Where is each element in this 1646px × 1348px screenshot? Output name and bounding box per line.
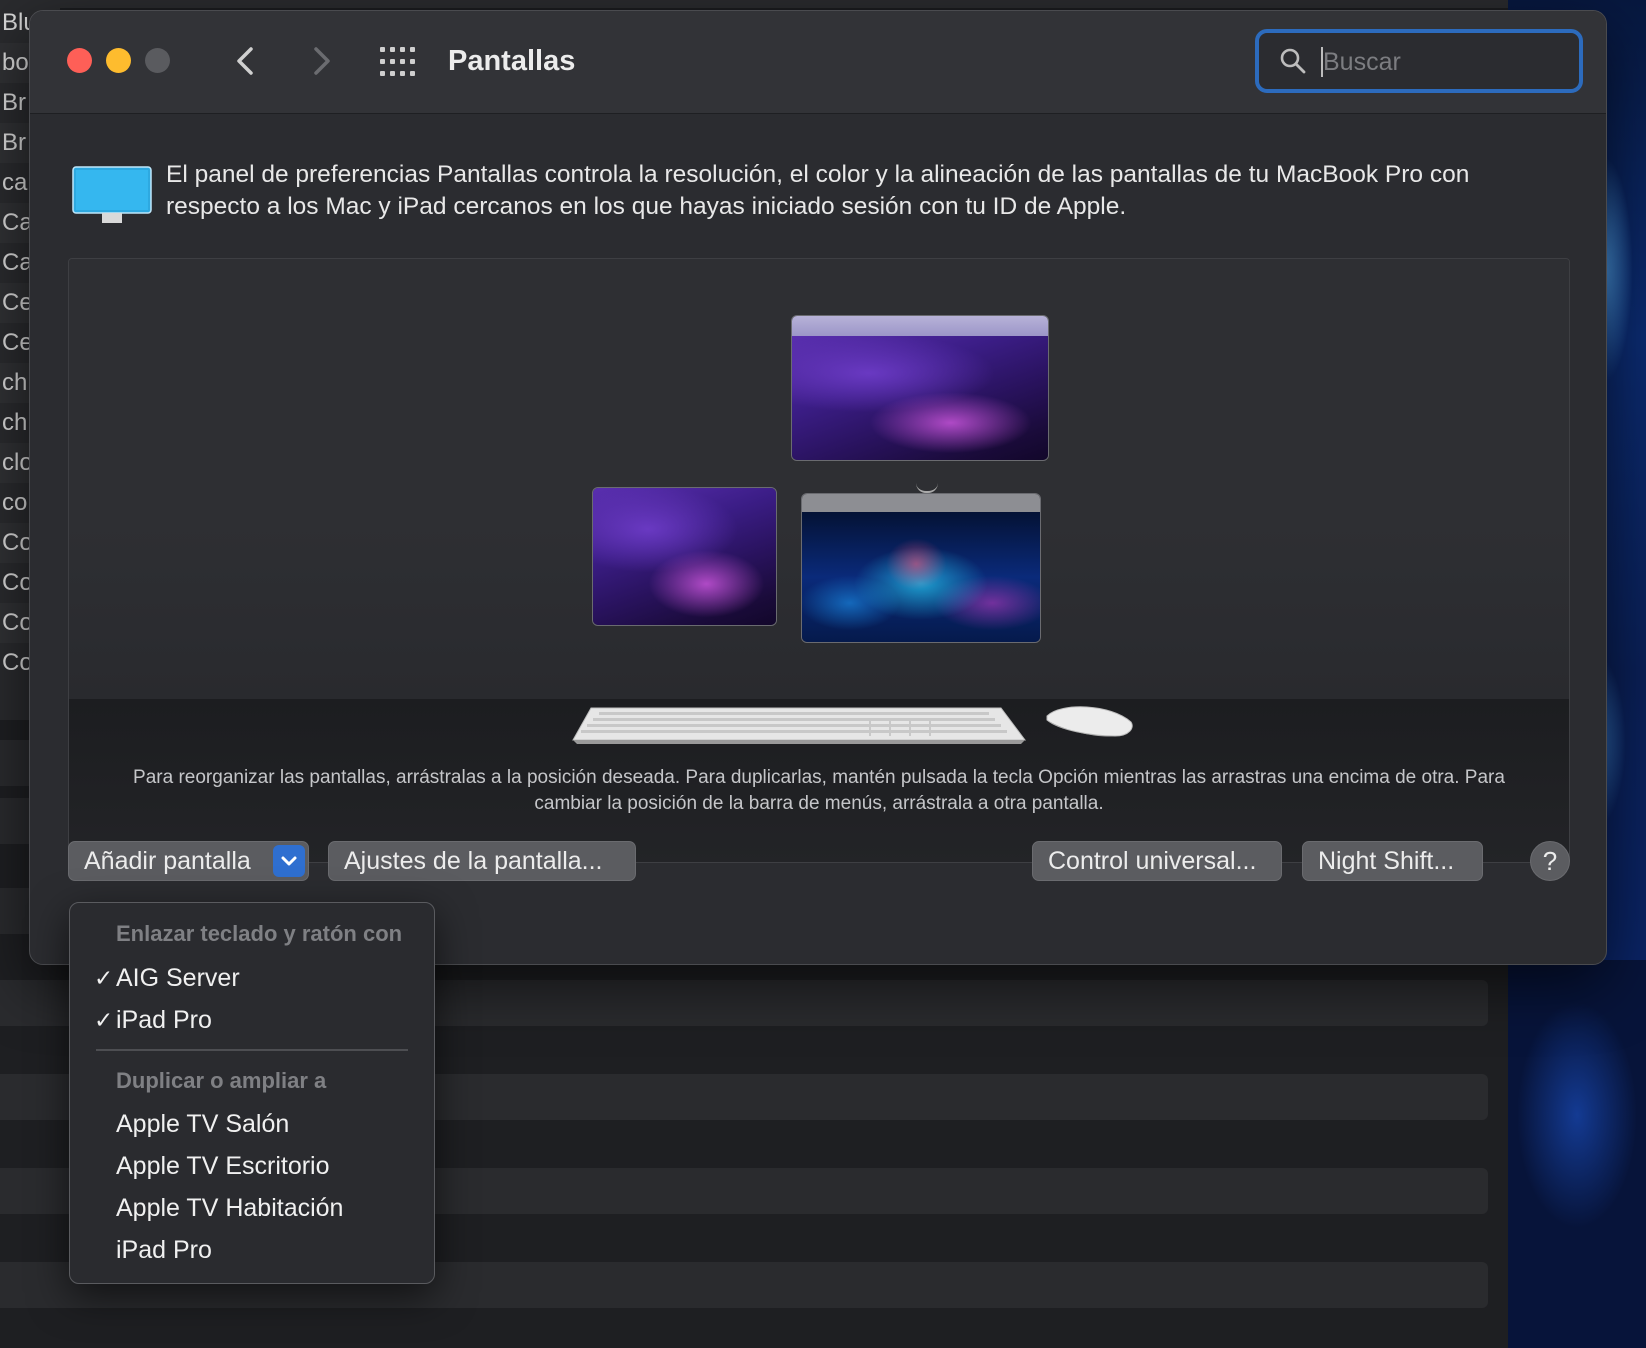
mouse-icon [1046,706,1133,737]
keyboard-icon [572,707,1026,744]
menu-item-apple-tv-salon[interactable]: Apple TV Salón [78,1104,426,1144]
menu-section-header-link: Enlazar teclado y ratón con [116,921,403,946]
chevron-right-icon [314,47,330,75]
display-thumbnail-ipad[interactable] [801,493,1041,643]
menu-item-apple-tv-habitacion[interactable]: Apple TV Habitación [78,1188,426,1228]
close-button[interactable] [67,48,92,73]
menu-item-aig-server[interactable]: ✓ AIG Server [78,958,426,998]
search-field[interactable] [1255,29,1583,93]
add-display-menu: Enlazar teclado y ratón con ✓ AIG Server… [69,902,435,1284]
panel-description: El panel de preferencias Pantallas contr… [166,161,1470,220]
menu-item-label: Apple TV Escritorio [116,1152,330,1180]
background-top-strip [0,0,1508,8]
menu-item-apple-tv-escritorio[interactable]: Apple TV Escritorio [78,1146,426,1186]
arrangement-hint: Para reorganizar las pantallas, arrástra… [133,767,1505,814]
grid-icon [380,47,415,76]
menu-item-label: iPad Pro [116,1236,212,1264]
menu-item-label: iPad Pro [116,1006,212,1034]
checkmark-icon: ✓ [94,965,114,991]
show-all-button[interactable] [380,47,416,77]
menu-bar-indicator[interactable] [802,494,1040,512]
menu-item-label: Apple TV Salón [116,1110,290,1138]
menu-item-label: AIG Server [116,964,240,992]
display-thumbnail-main[interactable] [791,315,1049,461]
menu-section-header-mirror: Duplicar o ampliar a [116,1068,327,1093]
window-title: Pantallas [448,45,576,77]
zoom-button [145,48,170,73]
wallpaper-preview [792,336,1048,460]
minimize-button[interactable] [106,48,131,73]
desktop-wallpaper-lower [1508,960,1646,1348]
chevron-left-icon [237,47,253,75]
chevron-down-icon [281,856,297,866]
checkmark-icon: ✓ [94,1007,114,1033]
forward-button[interactable] [301,41,341,81]
back-button[interactable] [226,41,266,81]
add-display-label: Añadir pantalla [84,847,251,875]
menu-separator [96,1049,408,1051]
add-display-dropdown[interactable] [273,845,305,877]
menu-bar-indicator[interactable] [792,316,1048,336]
display-icon [72,166,152,223]
display-settings-button[interactable]: Ajustes de la pantalla... [328,841,636,881]
menu-item-label: Apple TV Habitación [116,1194,344,1222]
universal-control-button[interactable]: Control universal... [1032,841,1282,881]
wallpaper-preview [802,512,1040,642]
search-icon [1280,48,1306,74]
add-display-button[interactable]: Añadir pantalla [68,841,309,881]
displays-preferences-window: Pantallas El panel de preferencias Panta… [29,10,1607,965]
night-shift-button[interactable]: Night Shift... [1302,841,1483,881]
help-button[interactable]: ? [1530,841,1570,881]
wallpaper-preview [593,488,776,625]
display-thumbnail-left[interactable] [592,487,777,626]
menu-item-ipad-pro-mirror[interactable]: iPad Pro [78,1230,426,1270]
search-input[interactable] [1323,42,1563,82]
display-arrangement-area: Para reorganizar las pantallas, arrástra… [68,258,1570,863]
menu-item-ipad-pro-link[interactable]: ✓ iPad Pro [78,1000,426,1040]
title-bar: Pantallas [30,11,1606,114]
